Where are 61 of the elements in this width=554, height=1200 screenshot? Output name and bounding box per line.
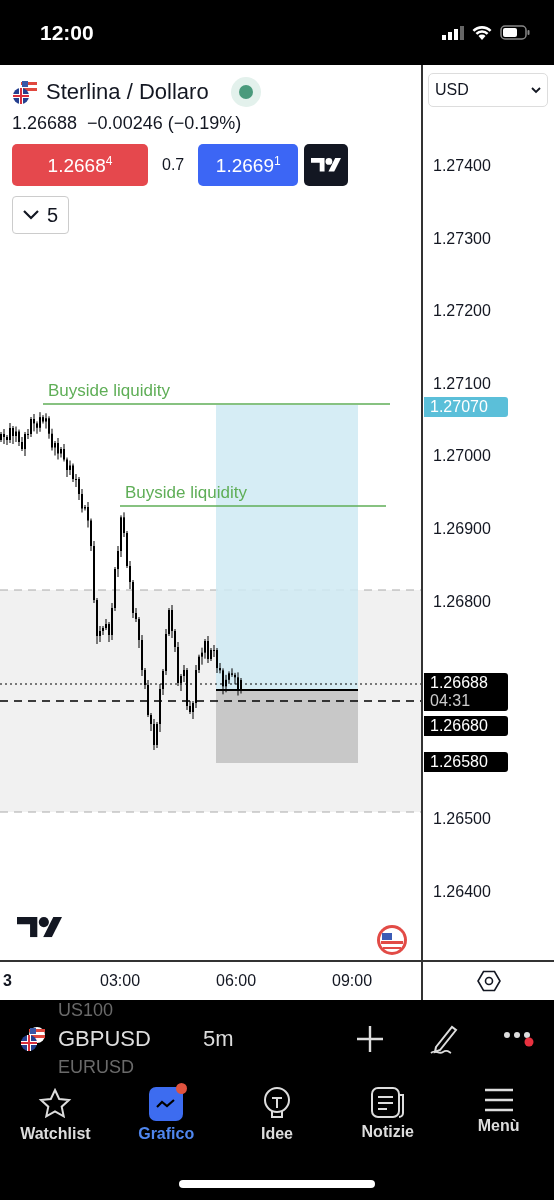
price-tick: 1.27100 <box>433 374 491 393</box>
tradingview-logo <box>17 917 62 938</box>
tradingview-icon <box>311 158 342 172</box>
chart-icon <box>149 1087 184 1121</box>
nav-tab[interactable]: Idee <box>221 1086 333 1144</box>
symbol-option[interactable]: EURUSD <box>58 1057 134 1078</box>
newspaper-icon <box>370 1087 405 1119</box>
battery-icon <box>500 25 530 40</box>
nav-tab[interactable]: Grafico <box>110 1086 222 1144</box>
menu-icon <box>483 1087 514 1113</box>
nav-tab[interactable]: Watchlist <box>0 1086 111 1144</box>
add-button[interactable] <box>356 1025 384 1053</box>
price-tick: 1.27300 <box>433 229 491 248</box>
us-flag-icon <box>377 925 407 955</box>
price-tick: 1.27400 <box>433 157 491 175</box>
pen-icon <box>428 1023 460 1055</box>
more-button[interactable] <box>504 1031 534 1047</box>
more-icon <box>504 1031 534 1047</box>
flags-icon <box>12 79 38 105</box>
price-tag-value: 1.26688 <box>430 674 489 692</box>
star-icon <box>38 1087 73 1121</box>
price-quote: 1.26688 −0.00246 (−0.19%) <box>12 113 243 134</box>
time-tick: 09:00 <box>332 972 373 990</box>
nav-tab[interactable]: Notizie <box>332 1086 444 1144</box>
bar-countdown: 04:31 <box>430 692 472 710</box>
price-tick: 1.26900 <box>433 520 491 538</box>
liquidity-label: Buyside liquidity <box>125 483 247 502</box>
spread-value: 0.7 <box>161 156 186 174</box>
settings-icon[interactable] <box>476 970 501 992</box>
price-tag-value: 1.27070 <box>430 398 489 416</box>
price-tick: 1.27200 <box>433 302 491 321</box>
chevron-down-icon <box>531 86 541 94</box>
time-tick: 03:00 <box>100 972 141 990</box>
time-tick: 3 <box>3 972 12 990</box>
plus-icon <box>356 1025 384 1053</box>
market-status-dot <box>230 77 261 107</box>
price-tick: 1.27000 <box>433 447 491 466</box>
buy-button[interactable]: 1.2669$^{1}$ <box>198 144 299 186</box>
currency-select[interactable]: USD <box>428 73 548 107</box>
price-tag-value: 1.26680 <box>430 717 489 735</box>
lightbulb-icon <box>262 1087 292 1121</box>
nav-tab[interactable]: Menù <box>443 1086 554 1144</box>
symbol-option[interactable]: US100 <box>58 1000 114 1021</box>
flags-icon <box>20 1026 46 1052</box>
status-time: 12:00 <box>40 20 94 45</box>
price-tick: 1.26400 <box>433 883 491 901</box>
interval-picker[interactable]: 5m <box>203 1026 234 1052</box>
price-tick: 1.26500 <box>433 810 491 829</box>
symbol-picker[interactable]: GBPUSD <box>58 1026 203 1052</box>
indicators-toggle[interactable]: 5 <box>12 196 69 234</box>
price-tag-value: 1.26580 <box>430 753 489 771</box>
chevron-down-icon <box>22 210 39 220</box>
time-tick: 06:00 <box>216 972 257 990</box>
signal-icon <box>442 25 464 40</box>
wifi-icon <box>472 25 492 40</box>
sell-button[interactable]: 1.2668$^{4}$ <box>12 144 148 186</box>
price-tick: 1.26800 <box>433 592 491 611</box>
draw-button[interactable] <box>428 1023 460 1055</box>
symbol-title: Sterlina / Dollaro <box>46 79 209 105</box>
tradingview-button[interactable] <box>304 144 349 186</box>
liquidity-label: Buyside liquidity <box>48 381 170 400</box>
